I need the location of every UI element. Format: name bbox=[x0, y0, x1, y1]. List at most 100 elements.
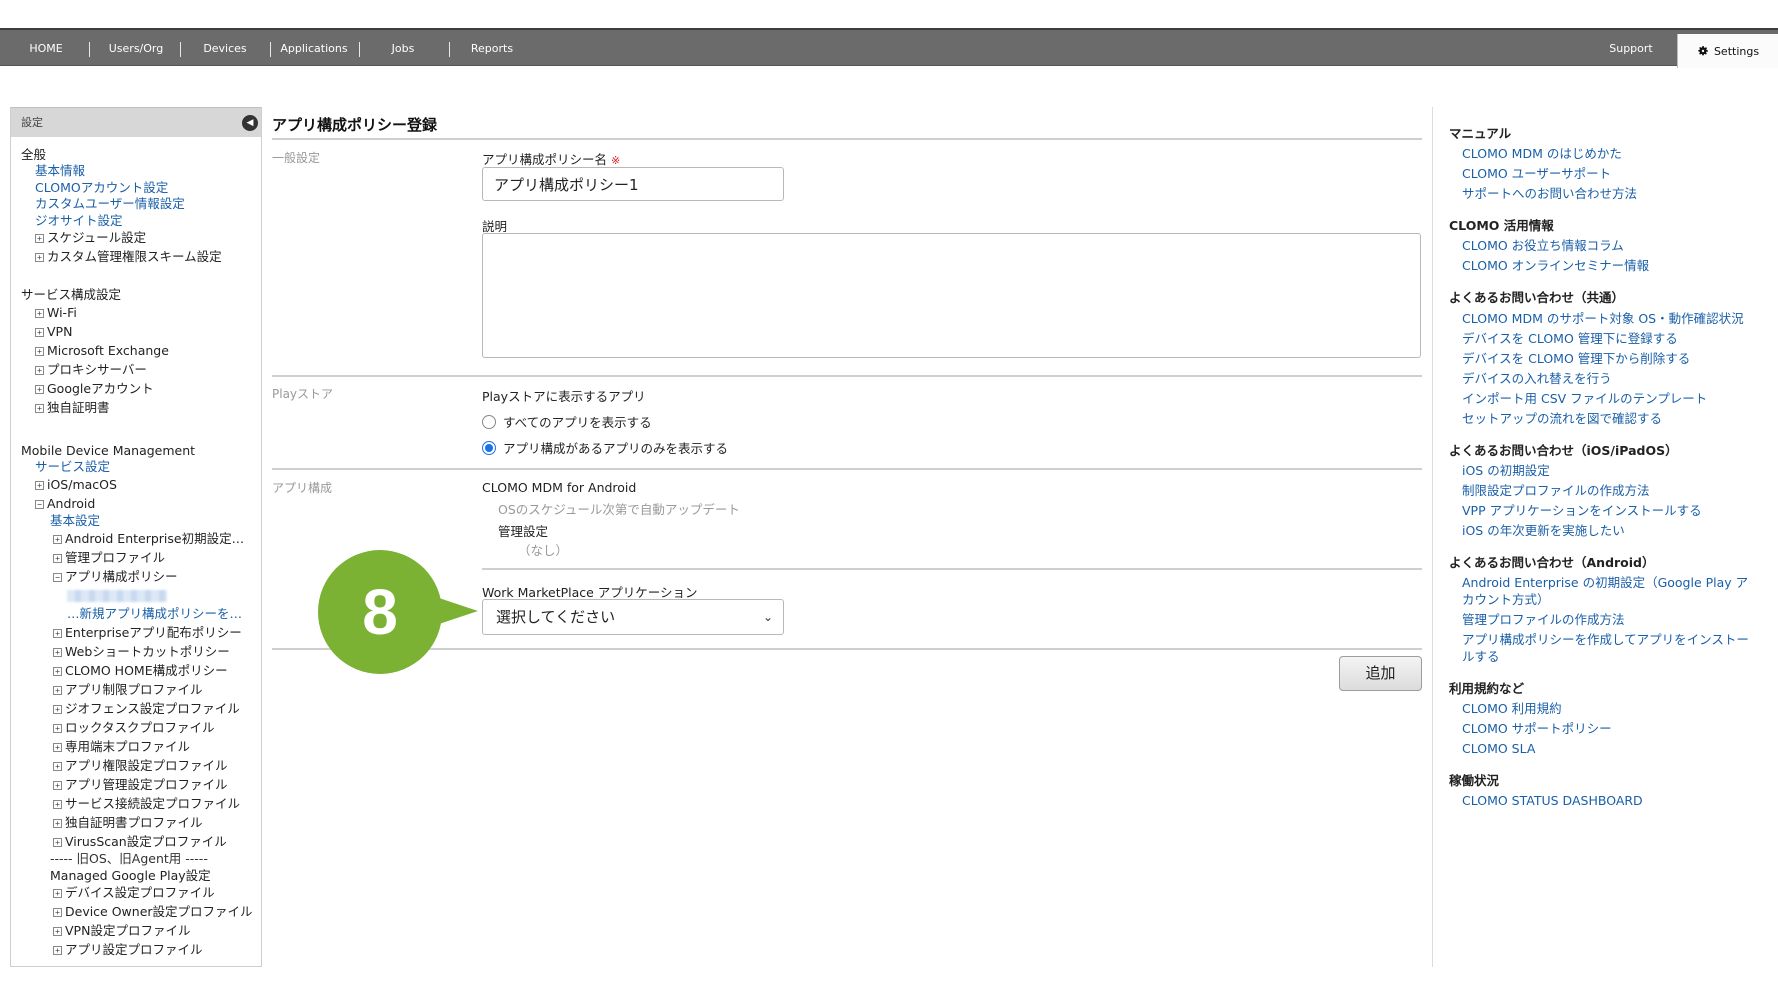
add-button[interactable]: 追加 bbox=[1339, 656, 1422, 691]
help-link[interactable]: セットアップの流れを図で確認する bbox=[1462, 410, 1662, 427]
expand-icon[interactable]: + bbox=[35, 481, 44, 490]
sidebar-item-certificate-profile[interactable]: + 独自証明書プロファイル bbox=[53, 815, 203, 831]
expand-icon[interactable]: + bbox=[53, 781, 62, 790]
sidebar-item-dedicated-device[interactable]: + 専用端末プロファイル bbox=[53, 739, 190, 755]
nav-jobs[interactable]: Jobs bbox=[383, 30, 423, 66]
sidebar-item-enterprise-app-policy[interactable]: + Enterpriseアプリ配布ポリシー bbox=[53, 625, 242, 641]
help-link[interactable]: iOS の年次更新を実施したい bbox=[1462, 522, 1625, 539]
help-link[interactable]: CLOMO SLA bbox=[1462, 740, 1535, 757]
expand-icon[interactable]: + bbox=[53, 554, 62, 563]
nav-support[interactable]: Support bbox=[1600, 30, 1662, 66]
help-link[interactable]: CLOMO お役立ち情報コラム bbox=[1462, 237, 1624, 254]
help-link[interactable]: サポートへのお問い合わせ方法 bbox=[1462, 185, 1637, 202]
expand-icon[interactable]: + bbox=[53, 908, 62, 917]
sidebar-item-google-account[interactable]: + Googleアカウント bbox=[35, 381, 154, 397]
help-link[interactable]: CLOMO オンラインセミナー情報 bbox=[1462, 257, 1649, 274]
sidebar-item-app-management[interactable]: + アプリ管理設定プロファイル bbox=[53, 777, 228, 793]
help-link[interactable]: デバイスを CLOMO 管理下に登録する bbox=[1462, 330, 1678, 347]
sidebar-item-device-owner[interactable]: + Device Owner設定プロファイル bbox=[53, 904, 253, 920]
sidebar-item-basic-info[interactable]: 基本情報 bbox=[35, 163, 85, 179]
description-textarea[interactable] bbox=[482, 233, 1421, 358]
sidebar-item-service-connection[interactable]: + サービス接続設定プロファイル bbox=[53, 796, 240, 812]
nav-devices[interactable]: Devices bbox=[195, 30, 255, 66]
sidebar-item-certificate[interactable]: + 独自証明書 bbox=[35, 400, 110, 416]
policy-name-input[interactable] bbox=[482, 167, 784, 201]
help-link[interactable]: アプリ構成ポリシーを作成してアプリをインストールする bbox=[1462, 631, 1757, 665]
nav-home[interactable]: HOME bbox=[20, 30, 72, 66]
sidebar-item-clomo-account[interactable]: CLOMOアカウント設定 bbox=[35, 180, 168, 196]
sidebar-item-app-settings[interactable]: + アプリ設定プロファイル bbox=[53, 942, 203, 958]
expand-icon[interactable]: + bbox=[53, 838, 62, 847]
sidebar-item-proxy[interactable]: + プロキシサーバー bbox=[35, 362, 147, 378]
expand-icon[interactable]: + bbox=[53, 927, 62, 936]
sidebar-item-custom-user-info[interactable]: カスタムユーザー情報設定 bbox=[35, 196, 185, 212]
sidebar-item-lock-task[interactable]: + ロックタスクプロファイル bbox=[53, 720, 215, 736]
expand-icon[interactable]: + bbox=[53, 629, 62, 638]
expand-icon[interactable]: + bbox=[53, 705, 62, 714]
sidebar-item-android[interactable]: − Android bbox=[35, 496, 95, 512]
sidebar-item-schedule[interactable]: + スケジュール設定 bbox=[35, 230, 146, 246]
sidebar-item-web-shortcut[interactable]: + Webショートカットポリシー bbox=[53, 644, 230, 660]
help-link[interactable]: 制限設定プロファイルの作成方法 bbox=[1462, 482, 1650, 499]
expand-icon[interactable]: + bbox=[53, 762, 62, 771]
expand-icon[interactable]: + bbox=[53, 724, 62, 733]
help-link[interactable]: VPP アプリケーションをインストールする bbox=[1462, 502, 1702, 519]
sidebar-item-geosite[interactable]: ジオサイト設定 bbox=[35, 213, 123, 229]
sidebar-item-vpn[interactable]: + VPN bbox=[35, 324, 72, 340]
expand-icon[interactable]: + bbox=[35, 366, 44, 375]
help-link[interactable]: CLOMO STATUS DASHBOARD bbox=[1462, 792, 1643, 809]
sidebar-item-app-permission[interactable]: + アプリ権限設定プロファイル bbox=[53, 758, 228, 774]
sidebar-item-device-settings[interactable]: + デバイス設定プロファイル bbox=[53, 885, 215, 901]
sidebar-item-clomo-home[interactable]: + CLOMO HOME構成ポリシー bbox=[53, 663, 228, 679]
sidebar-item-virusscan[interactable]: + VirusScan設定プロファイル bbox=[53, 834, 227, 850]
help-link[interactable]: デバイスの入れ替えを行う bbox=[1462, 370, 1612, 387]
sidebar-item-custom-permission[interactable]: + カスタム管理権限スキーム設定 bbox=[35, 249, 222, 265]
sidebar-item-new-app-config-policy[interactable]: …新規アプリ構成ポリシーを… bbox=[67, 606, 242, 622]
expand-icon[interactable]: + bbox=[53, 800, 62, 809]
sidebar-item-service-settings[interactable]: サービス設定 bbox=[35, 459, 110, 475]
help-link[interactable]: CLOMO MDM のサポート対象 OS・動作確認状況 bbox=[1462, 310, 1744, 327]
sidebar-item-ae-initial[interactable]: + Android Enterprise初期設定… bbox=[53, 531, 244, 547]
radio-show-config-apps[interactable]: アプリ構成があるアプリのみを表示する bbox=[482, 438, 728, 457]
expand-icon[interactable]: + bbox=[35, 328, 44, 337]
help-link[interactable]: CLOMO MDM のはじめかた bbox=[1462, 145, 1622, 162]
help-link[interactable]: Android Enterprise の初期設定（Google Play アカウ… bbox=[1462, 574, 1752, 608]
sidebar-item-app-restriction[interactable]: + アプリ制限プロファイル bbox=[53, 682, 203, 698]
expand-icon[interactable]: + bbox=[53, 648, 62, 657]
expand-icon[interactable]: + bbox=[35, 234, 44, 243]
expand-icon[interactable]: + bbox=[53, 889, 62, 898]
expand-icon[interactable]: + bbox=[53, 686, 62, 695]
sidebar-item-vpn-profile[interactable]: + VPN設定プロファイル bbox=[53, 923, 190, 939]
nav-settings[interactable]: Settings bbox=[1677, 34, 1778, 68]
help-link[interactable]: インポート用 CSV ファイルのテンプレート bbox=[1462, 390, 1707, 407]
help-link[interactable]: CLOMO ユーザーサポート bbox=[1462, 165, 1611, 182]
nav-users-org[interactable]: Users/Org bbox=[100, 30, 172, 66]
expand-icon[interactable]: + bbox=[35, 309, 44, 318]
help-link[interactable]: iOS の初期設定 bbox=[1462, 462, 1550, 479]
sidebar-item-android-basic[interactable]: 基本設定 bbox=[50, 513, 100, 529]
sidebar-item-exchange[interactable]: + Microsoft Exchange bbox=[35, 343, 169, 359]
help-link[interactable]: CLOMO 利用規約 bbox=[1462, 700, 1562, 717]
help-link[interactable]: 管理プロファイルの作成方法 bbox=[1462, 611, 1625, 628]
radio-button[interactable] bbox=[482, 414, 496, 429]
sidebar-item-app-config-policy[interactable]: − アプリ構成ポリシー bbox=[53, 569, 178, 585]
expand-icon[interactable]: + bbox=[53, 819, 62, 828]
expand-icon[interactable]: + bbox=[53, 946, 62, 955]
nav-reports[interactable]: Reports bbox=[462, 30, 522, 66]
expand-icon[interactable]: + bbox=[35, 385, 44, 394]
expand-icon[interactable]: + bbox=[53, 535, 62, 544]
collapse-icon[interactable]: − bbox=[35, 500, 44, 509]
radio-button-selected[interactable] bbox=[482, 440, 496, 455]
help-link[interactable]: デバイスを CLOMO 管理下から削除する bbox=[1462, 350, 1690, 367]
help-link[interactable]: CLOMO サポートポリシー bbox=[1462, 720, 1612, 737]
sidebar-item-wifi[interactable]: + Wi-Fi bbox=[35, 305, 77, 321]
sidebar-item-ios[interactable]: + iOS/macOS bbox=[35, 477, 117, 493]
expand-icon[interactable]: + bbox=[53, 667, 62, 676]
expand-icon[interactable]: + bbox=[53, 743, 62, 752]
collapse-sidebar-icon[interactable]: ◀ bbox=[242, 115, 258, 131]
expand-icon[interactable]: + bbox=[35, 253, 44, 262]
expand-icon[interactable]: + bbox=[35, 404, 44, 413]
nav-applications[interactable]: Applications bbox=[278, 30, 350, 66]
sidebar-item-geofence[interactable]: + ジオフェンス設定プロファイル bbox=[53, 701, 240, 717]
work-marketplace-select[interactable]: 選択してください ⌄ bbox=[482, 599, 784, 635]
